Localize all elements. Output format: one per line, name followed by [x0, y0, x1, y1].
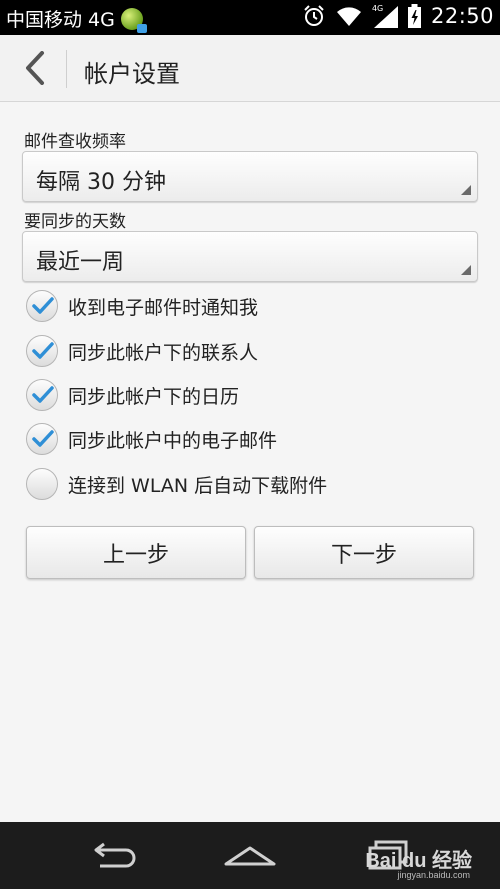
checkbox-notify[interactable]: [26, 290, 58, 322]
page-title: 帐户设置: [84, 60, 180, 88]
check-icon: [32, 297, 54, 314]
previous-button[interactable]: 上一步: [26, 526, 246, 579]
option-sync-email[interactable]: 同步此帐户中的电子邮件: [26, 419, 476, 459]
option-sync-calendar[interactable]: 同步此帐户下的日历: [26, 375, 476, 415]
checkbox-sync-contacts[interactable]: [26, 335, 58, 367]
nav-back-icon[interactable]: [86, 836, 136, 876]
sync-days-select[interactable]: 最近一周: [22, 231, 478, 282]
checkbox-wlan-attachments[interactable]: [26, 468, 58, 500]
check-frequency-value: 每隔 30 分钟: [36, 170, 166, 195]
header-divider: [66, 50, 67, 88]
navigation-bar: Bai du 经验 jingyan.baidu.com: [0, 822, 500, 889]
wifi-icon: [336, 7, 361, 26]
action-bar: 帐户设置: [0, 35, 500, 102]
option-wlan-attachments[interactable]: 连接到 WLAN 后自动下载附件: [26, 464, 476, 504]
status-bar: 中国移动 4G 4G 22:50: [0, 0, 500, 35]
check-frequency-select[interactable]: 每隔 30 分钟: [22, 151, 478, 202]
watermark-logo: Bai du 经验: [365, 850, 472, 872]
option-label: 连接到 WLAN 后自动下载附件: [68, 474, 328, 497]
alarm-icon: [304, 5, 324, 26]
check-icon: [32, 386, 54, 403]
option-notify[interactable]: 收到电子邮件时通知我: [26, 286, 476, 326]
checkbox-sync-calendar[interactable]: [26, 379, 58, 411]
dropdown-arrow-icon: [461, 265, 471, 275]
signal-icon: 4G: [372, 4, 398, 28]
checkbox-sync-email[interactable]: [26, 423, 58, 455]
check-icon: [32, 430, 54, 447]
back-button[interactable]: [14, 45, 56, 91]
dropdown-arrow-icon: [461, 185, 471, 195]
check-frequency-label: 邮件查收频率: [24, 132, 126, 152]
next-button[interactable]: 下一步: [254, 526, 474, 579]
watermark-url: jingyan.baidu.com: [397, 870, 470, 880]
chevron-left-icon: [26, 51, 44, 85]
check-icon: [32, 342, 54, 359]
option-label: 同步此帐户中的电子邮件: [68, 429, 278, 452]
sync-days-value: 最近一周: [36, 250, 125, 275]
carrier-label: 中国移动 4G: [6, 9, 115, 31]
option-label: 同步此帐户下的日历: [68, 385, 240, 408]
carrier-info: 中国移动 4G: [6, 5, 147, 33]
sync-days-label: 要同步的天数: [24, 212, 126, 232]
status-icons: 4G 22:50: [302, 4, 494, 28]
app-notification-icon: [120, 7, 147, 33]
clock: 22:50: [430, 4, 494, 28]
option-label: 收到电子邮件时通知我: [68, 296, 259, 319]
option-sync-contacts[interactable]: 同步此帐户下的联系人: [26, 331, 476, 371]
battery-icon: [407, 4, 421, 28]
nav-home-icon[interactable]: [223, 836, 277, 876]
option-label: 同步此帐户下的联系人: [68, 341, 259, 364]
